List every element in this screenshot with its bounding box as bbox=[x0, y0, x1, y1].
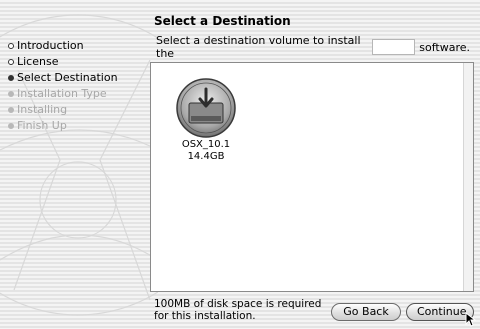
gray-bullet-icon bbox=[8, 107, 14, 113]
step-installation-type: Installation Type bbox=[8, 86, 118, 102]
step-introduction: Introduction bbox=[8, 38, 118, 54]
instruction-text: Select a destination volume to install t… bbox=[156, 34, 361, 60]
volume-name: OSX_10.1 bbox=[181, 139, 231, 150]
step-installing: Installing bbox=[8, 102, 118, 118]
volume-osx-10-1[interactable]: OSX_10.1 14.4GB bbox=[167, 77, 245, 163]
step-label: Introduction bbox=[17, 39, 84, 52]
hollow-bullet-icon bbox=[8, 59, 14, 65]
product-name-placeholder bbox=[371, 39, 416, 55]
destination-volume-list: OSX_10.1 14.4GB bbox=[150, 62, 474, 292]
volume-size: 14.4GB bbox=[187, 151, 225, 162]
step-select-destination: Select Destination bbox=[8, 70, 118, 86]
gray-bullet-icon bbox=[8, 91, 14, 97]
instruction-text-suffix: software. bbox=[419, 40, 470, 54]
step-label: Finish Up bbox=[17, 119, 67, 132]
status-line-2: for this installation. bbox=[154, 310, 256, 322]
disk-space-status: 100MB of disk space is required for this… bbox=[154, 298, 321, 322]
continue-button[interactable]: Continue bbox=[406, 303, 474, 321]
instruction-bar: Select a destination volume to install t… bbox=[150, 32, 470, 62]
filled-bullet-icon bbox=[8, 75, 14, 81]
step-label: Installing bbox=[17, 103, 68, 116]
gray-bullet-icon bbox=[8, 123, 14, 129]
step-label: License bbox=[17, 55, 59, 68]
go-back-button[interactable]: Go Back bbox=[331, 303, 401, 321]
step-finish-up: Finish Up bbox=[8, 118, 118, 134]
arrow-cursor-icon bbox=[465, 312, 477, 327]
hard-drive-icon bbox=[176, 78, 236, 138]
page-title: Select a Destination bbox=[154, 14, 291, 28]
panel-scrollbar[interactable] bbox=[463, 63, 473, 291]
step-label: Installation Type bbox=[17, 87, 107, 100]
step-label: Select Destination bbox=[17, 71, 118, 84]
status-line-1: 100MB of disk space is required bbox=[154, 298, 322, 310]
step-license: License bbox=[8, 54, 118, 70]
installer-steps-list: Introduction License Select Destination … bbox=[8, 38, 118, 134]
hollow-bullet-icon bbox=[8, 43, 14, 49]
